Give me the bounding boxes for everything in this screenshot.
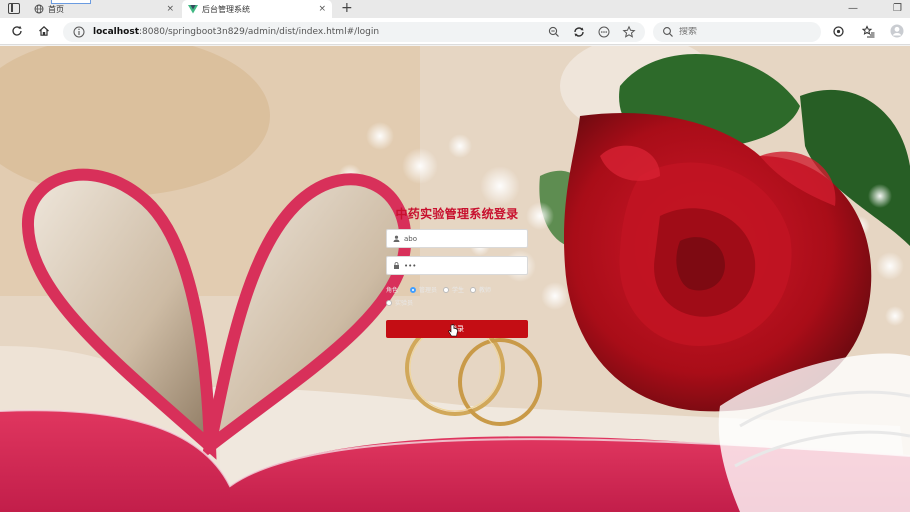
lock-icon bbox=[391, 261, 401, 271]
role-option-label: 学生 bbox=[452, 287, 465, 294]
role-radio-admin[interactable]: 管理员 bbox=[410, 285, 437, 294]
password-field[interactable] bbox=[386, 256, 528, 275]
new-tab-button[interactable]: + bbox=[341, 0, 353, 18]
close-tab-icon[interactable]: × bbox=[166, 4, 174, 14]
home-icon[interactable] bbox=[36, 23, 52, 39]
role-radio-lab-staff[interactable]: 实验员 bbox=[386, 298, 413, 307]
favorites-icon[interactable] bbox=[860, 23, 876, 39]
role-label: 角色 bbox=[386, 287, 399, 294]
address-bar[interactable]: localhost:8080/springboot3n829/admin/dis… bbox=[63, 22, 645, 42]
close-tab-icon[interactable]: × bbox=[318, 4, 326, 14]
role-option-label: 实验员 bbox=[395, 300, 414, 307]
radio-dot bbox=[386, 299, 392, 306]
window-menu-icon[interactable] bbox=[8, 3, 20, 14]
role-option-label: 教师 bbox=[479, 287, 492, 294]
restore-button[interactable]: ❐ bbox=[893, 0, 902, 18]
background-scene bbox=[0, 46, 910, 512]
cursor-icon bbox=[448, 324, 458, 337]
user-icon bbox=[391, 234, 401, 244]
url-path: :8080/springboot3n829/admin/dist/index.h… bbox=[139, 27, 380, 37]
info-icon[interactable] bbox=[73, 26, 85, 38]
translate-icon[interactable] bbox=[572, 25, 586, 39]
profile-avatar-icon[interactable] bbox=[889, 23, 905, 39]
role-radio-student[interactable]: 学生 bbox=[443, 285, 464, 294]
login-title: 中药实验管理系统登录 bbox=[395, 207, 519, 221]
minimize-button[interactable]: — bbox=[848, 0, 858, 18]
zoom-icon[interactable] bbox=[547, 25, 561, 39]
role-radio-teacher[interactable]: 教师 bbox=[470, 285, 491, 294]
search-icon bbox=[663, 27, 673, 37]
browser-toolbar: localhost:8080/springboot3n829/admin/dis… bbox=[0, 18, 910, 45]
username-field[interactable] bbox=[386, 229, 528, 248]
more-icon[interactable] bbox=[597, 25, 611, 39]
reload-icon[interactable] bbox=[9, 23, 25, 39]
url-host: localhost bbox=[93, 27, 140, 37]
tab-label: 首页 bbox=[48, 4, 64, 14]
tab-label: 后台管理系统 bbox=[202, 4, 250, 14]
browser-tab-bar: 首页 × 后台管理系统 × + — ❐ bbox=[0, 0, 910, 18]
tab-home[interactable]: 首页 × bbox=[28, 0, 180, 18]
search-input[interactable] bbox=[679, 27, 809, 37]
password-input[interactable] bbox=[404, 261, 519, 270]
role-option-label: 管理员 bbox=[419, 287, 438, 294]
globe-icon bbox=[34, 4, 44, 14]
username-input[interactable] bbox=[404, 234, 519, 243]
browser-search-box[interactable] bbox=[653, 22, 821, 42]
radio-dot bbox=[443, 286, 449, 293]
tab-admin[interactable]: 后台管理系统 × bbox=[182, 0, 332, 18]
radio-dot bbox=[410, 286, 416, 293]
vue-logo-icon bbox=[188, 5, 198, 14]
login-page: 中药实验管理系统登录 角色 管理员 学生 bbox=[0, 46, 910, 512]
url-text[interactable]: localhost:8080/springboot3n829/admin/dis… bbox=[93, 27, 379, 37]
star-icon[interactable] bbox=[622, 25, 636, 39]
extensions-icon[interactable] bbox=[830, 23, 846, 39]
radio-dot bbox=[470, 286, 476, 293]
